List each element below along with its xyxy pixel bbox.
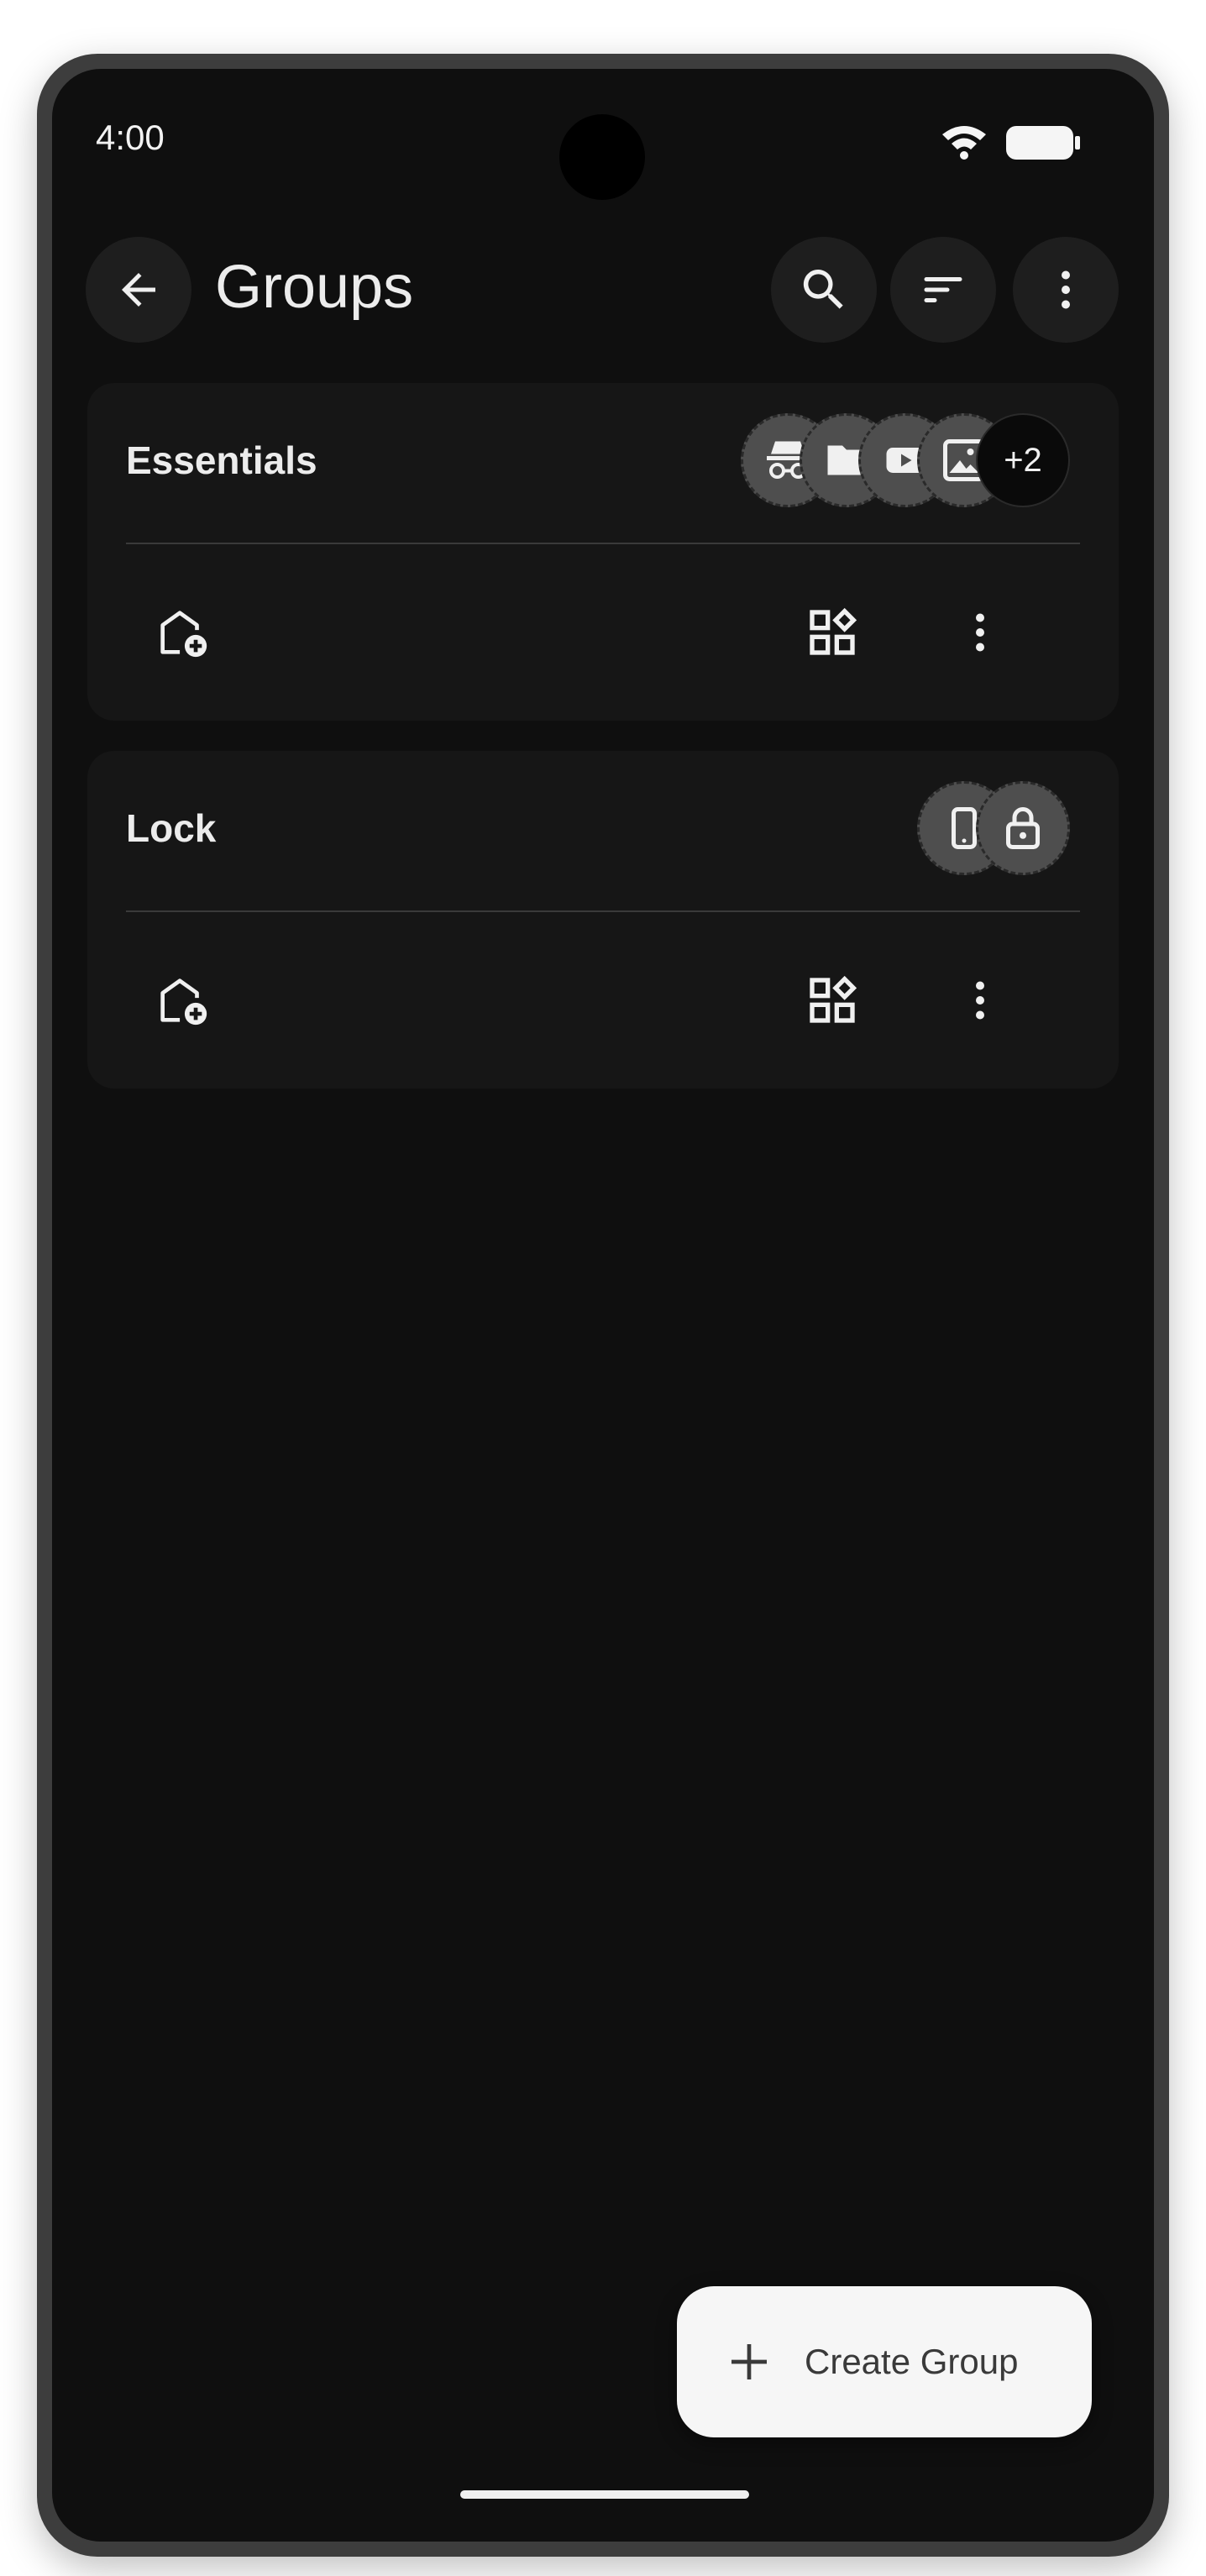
group-card-header[interactable]: Lock	[87, 751, 1119, 912]
back-button[interactable]	[86, 237, 191, 343]
sort-icon	[924, 277, 962, 302]
search-icon	[803, 270, 843, 309]
status-time: 4:00	[96, 118, 165, 157]
group-name: Essentials	[126, 438, 317, 482]
add-to-home-button[interactable]	[136, 586, 228, 679]
group-menu-button[interactable]	[934, 586, 1026, 679]
create-group-button[interactable]: Create Group	[677, 2286, 1092, 2437]
app-bar: Groups	[52, 235, 1154, 344]
group-menu-button[interactable]	[934, 954, 1026, 1047]
divider	[126, 543, 1080, 544]
create-group-label: Create Group	[805, 2342, 1019, 2381]
group-card-actions	[87, 914, 1119, 1089]
group-card-lock[interactable]: Lock	[87, 751, 1119, 1089]
camera-cutout	[559, 114, 645, 200]
screen: 4:00 Groups Essentials +2 Lock Create Gr…	[52, 69, 1154, 2542]
add-to-home-button[interactable]	[136, 954, 228, 1047]
add-to-home-icon	[160, 978, 207, 1026]
more-apps-count: +2	[976, 413, 1070, 507]
group-card-actions	[87, 546, 1119, 721]
widgets-icon	[810, 975, 857, 1023]
page-title: Groups	[215, 254, 414, 321]
overflow-menu-button[interactable]	[1013, 237, 1119, 343]
widgets-button[interactable]	[786, 586, 878, 679]
sort-button[interactable]	[890, 237, 996, 343]
group-name: Lock	[126, 806, 217, 850]
add-to-home-icon	[160, 611, 207, 658]
status-bar: 4:00	[52, 69, 1154, 237]
more-vert-icon	[1062, 270, 1070, 309]
device-frame: 4:00 Groups Essentials +2 Lock Create Gr…	[37, 54, 1169, 2557]
plus-icon	[726, 2338, 773, 2385]
more-vert-icon	[976, 981, 984, 1020]
search-button[interactable]	[771, 237, 877, 343]
more-vert-icon	[976, 613, 984, 652]
divider	[126, 910, 1080, 912]
lock-icon	[976, 781, 1070, 875]
widgets-icon	[810, 607, 857, 655]
wifi-icon	[942, 126, 986, 160]
group-card-essentials[interactable]: Essentials +2	[87, 383, 1119, 721]
home-indicator[interactable]	[460, 2490, 749, 2499]
battery-icon	[1006, 126, 1080, 160]
widgets-button[interactable]	[786, 954, 878, 1047]
group-card-header[interactable]: Essentials +2	[87, 383, 1119, 544]
arrow-back-icon	[122, 273, 155, 307]
